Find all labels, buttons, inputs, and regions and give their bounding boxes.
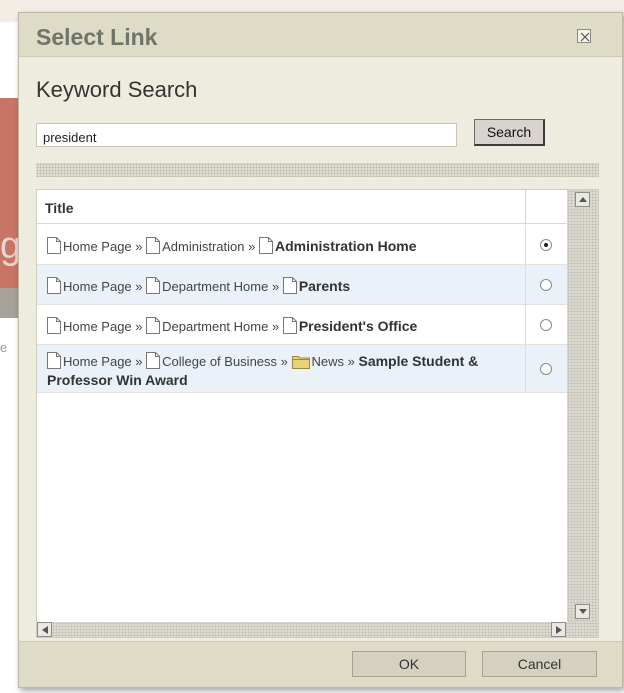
breadcrumb-item[interactable]: Home Page » bbox=[63, 354, 143, 369]
dialog-footer: OK Cancel bbox=[19, 641, 622, 687]
close-button[interactable] bbox=[577, 29, 591, 43]
folder-icon bbox=[291, 356, 310, 369]
page-icon bbox=[47, 352, 61, 369]
column-divider bbox=[525, 305, 526, 344]
scroll-right-button[interactable] bbox=[551, 622, 566, 637]
breadcrumb-item[interactable]: Home Page » bbox=[63, 279, 143, 294]
arrow-down-icon bbox=[579, 609, 587, 614]
column-divider bbox=[525, 345, 526, 392]
scroll-up-button[interactable] bbox=[575, 192, 590, 207]
table-row[interactable]: Home Page » College of Business » News »… bbox=[37, 345, 567, 393]
results-table: Title Home Page » Administration » Admin… bbox=[36, 189, 599, 638]
breadcrumb-item[interactable]: Department Home » bbox=[162, 279, 279, 294]
column-divider bbox=[525, 225, 526, 264]
page-icon bbox=[146, 352, 161, 369]
scroll-left-button[interactable] bbox=[37, 622, 52, 637]
column-header-title: Title bbox=[45, 200, 74, 216]
column-divider bbox=[525, 190, 526, 224]
keyword-search-input[interactable] bbox=[36, 123, 457, 147]
vertical-scrollbar[interactable] bbox=[567, 190, 598, 622]
link-target-title[interactable]: Parents bbox=[299, 278, 350, 294]
breadcrumb-path: Home Page » Department Home » Parents bbox=[47, 277, 517, 296]
breadcrumb-path: Home Page » Department Home » President'… bbox=[47, 317, 517, 336]
breadcrumb-item[interactable]: Administration » bbox=[162, 239, 255, 254]
page-icon bbox=[146, 237, 161, 254]
horizontal-scrollbar[interactable] bbox=[37, 622, 598, 637]
page-icon bbox=[47, 277, 61, 294]
dialog-title-bar: Select Link bbox=[19, 13, 622, 57]
arrow-right-icon bbox=[556, 626, 562, 634]
search-button[interactable]: Search bbox=[474, 119, 545, 146]
select-radio[interactable] bbox=[540, 363, 552, 375]
breadcrumb-item[interactable]: Department Home » bbox=[162, 319, 279, 334]
column-divider bbox=[525, 265, 526, 304]
arrow-left-icon bbox=[42, 626, 48, 634]
table-row[interactable]: Home Page » Administration » Administrat… bbox=[37, 225, 567, 265]
breadcrumb-item[interactable]: Home Page » bbox=[63, 239, 143, 254]
page-icon bbox=[47, 317, 61, 334]
breadcrumb-path: Home Page » Administration » Administrat… bbox=[47, 237, 517, 256]
ok-button[interactable]: OK bbox=[352, 651, 466, 677]
page-icon bbox=[146, 317, 161, 334]
page-icon bbox=[258, 237, 273, 254]
scroll-down-button[interactable] bbox=[575, 604, 590, 619]
breadcrumb-path: Home Page » College of Business » News »… bbox=[47, 352, 517, 390]
breadcrumb-item[interactable]: Home Page » bbox=[63, 319, 143, 334]
link-target-title[interactable]: Administration Home bbox=[275, 238, 417, 254]
select-link-dialog: Select Link Keyword Search Search Title … bbox=[18, 12, 623, 688]
cancel-button[interactable]: Cancel bbox=[482, 651, 597, 677]
page-icon bbox=[146, 277, 161, 294]
select-radio[interactable] bbox=[540, 319, 552, 331]
separator-bar bbox=[36, 163, 599, 177]
keyword-search-heading: Keyword Search bbox=[36, 77, 198, 102]
page-icon bbox=[282, 317, 297, 334]
dialog-title: Select Link bbox=[36, 24, 158, 50]
table-row[interactable]: Home Page » Department Home » President'… bbox=[37, 305, 567, 345]
select-radio[interactable] bbox=[540, 239, 552, 251]
page-icon bbox=[282, 277, 297, 294]
table-row[interactable]: Home Page » Department Home » Parents bbox=[37, 265, 567, 305]
table-header: Title bbox=[37, 190, 567, 224]
close-icon bbox=[580, 32, 590, 42]
arrow-up-icon bbox=[579, 197, 587, 202]
select-radio[interactable] bbox=[540, 279, 552, 291]
page-icon bbox=[47, 237, 61, 254]
link-target-title[interactable]: President's Office bbox=[299, 318, 417, 334]
breadcrumb-item[interactable]: College of Business » bbox=[162, 354, 288, 369]
breadcrumb-item[interactable]: News » bbox=[312, 354, 355, 369]
